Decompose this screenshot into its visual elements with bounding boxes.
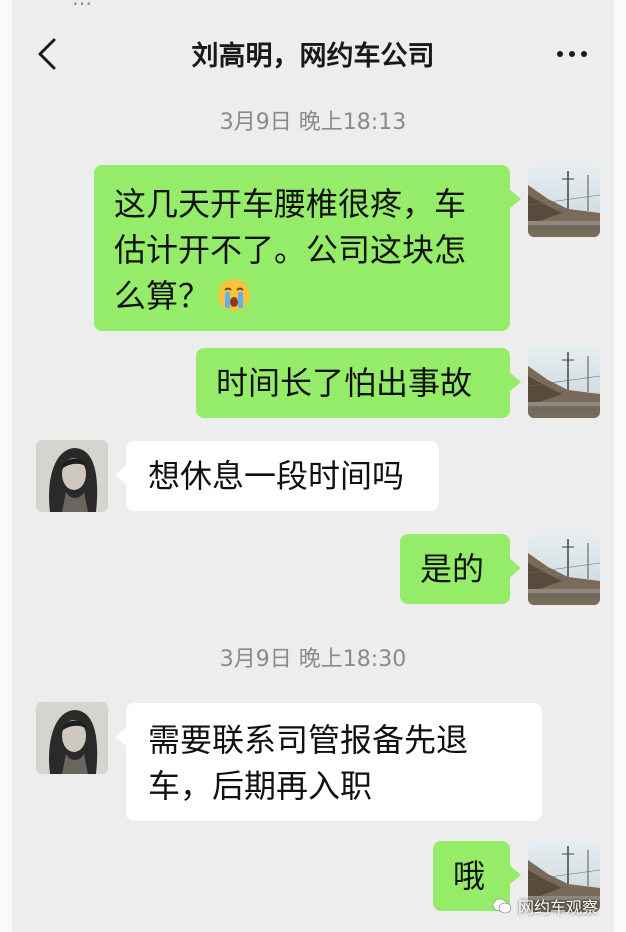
my-avatar[interactable] bbox=[528, 165, 600, 237]
message-text: 是的 bbox=[420, 550, 485, 588]
my-message-bubble[interactable]: 是的 bbox=[400, 534, 521, 604]
their-message-bubble[interactable]: 需要联系司管报备先退车，后期再入职 bbox=[115, 703, 542, 821]
railway-avatar-image bbox=[528, 165, 600, 237]
status-bar-text: … bbox=[72, 0, 92, 10]
left-edge bbox=[0, 0, 12, 932]
railway-avatar-image bbox=[528, 533, 600, 605]
contact-avatar[interactable] bbox=[36, 702, 108, 774]
railway-avatar-image bbox=[528, 346, 600, 418]
timestamp: 3月9日 晚上18:13 bbox=[219, 110, 407, 135]
status-bar: … bbox=[12, 0, 614, 10]
chat-screen: … 刘高明，网约车公司 3月9日 晚上18:13 这几天开车腰椎很疼，车估计开不… bbox=[12, 0, 614, 932]
message-text: 需要联系司管报备先退车，后期再入职 bbox=[148, 721, 469, 805]
wechat-logo-icon bbox=[492, 898, 512, 914]
more-dots-icon bbox=[557, 51, 587, 57]
chat-title: 刘高明，网约车公司 bbox=[191, 41, 435, 72]
my-message-bubble[interactable]: 这几天开车腰椎很疼，车估计开不了。公司这块怎么算？ bbox=[94, 165, 521, 331]
my-avatar[interactable] bbox=[528, 346, 600, 418]
crying-face-icon bbox=[218, 279, 251, 311]
message-text: 这几天开车腰椎很疼，车估计开不了。公司这块怎么算？ bbox=[114, 185, 467, 315]
timestamp: 3月9日 晚上18:30 bbox=[219, 647, 407, 672]
more-button[interactable] bbox=[554, 38, 590, 68]
watermark: 网约车观察 bbox=[492, 894, 598, 918]
contact-avatar[interactable] bbox=[36, 440, 108, 512]
woman-portrait-avatar-image bbox=[36, 702, 108, 774]
message-text: 时间长了怕出事故 bbox=[216, 364, 473, 402]
my-avatar[interactable] bbox=[528, 533, 600, 605]
their-message-bubble[interactable]: 想休息一段时间吗 bbox=[115, 441, 439, 511]
right-edge bbox=[614, 0, 626, 932]
my-message-bubble[interactable]: 时间长了怕出事故 bbox=[196, 348, 521, 418]
watermark-text: 网约车观察 bbox=[517, 898, 598, 917]
message-text: 想休息一段时间吗 bbox=[148, 457, 405, 495]
top-bar: 刘高明，网约车公司 bbox=[12, 12, 614, 94]
message-text: 哦 bbox=[453, 857, 486, 895]
woman-portrait-avatar-image bbox=[36, 440, 108, 512]
